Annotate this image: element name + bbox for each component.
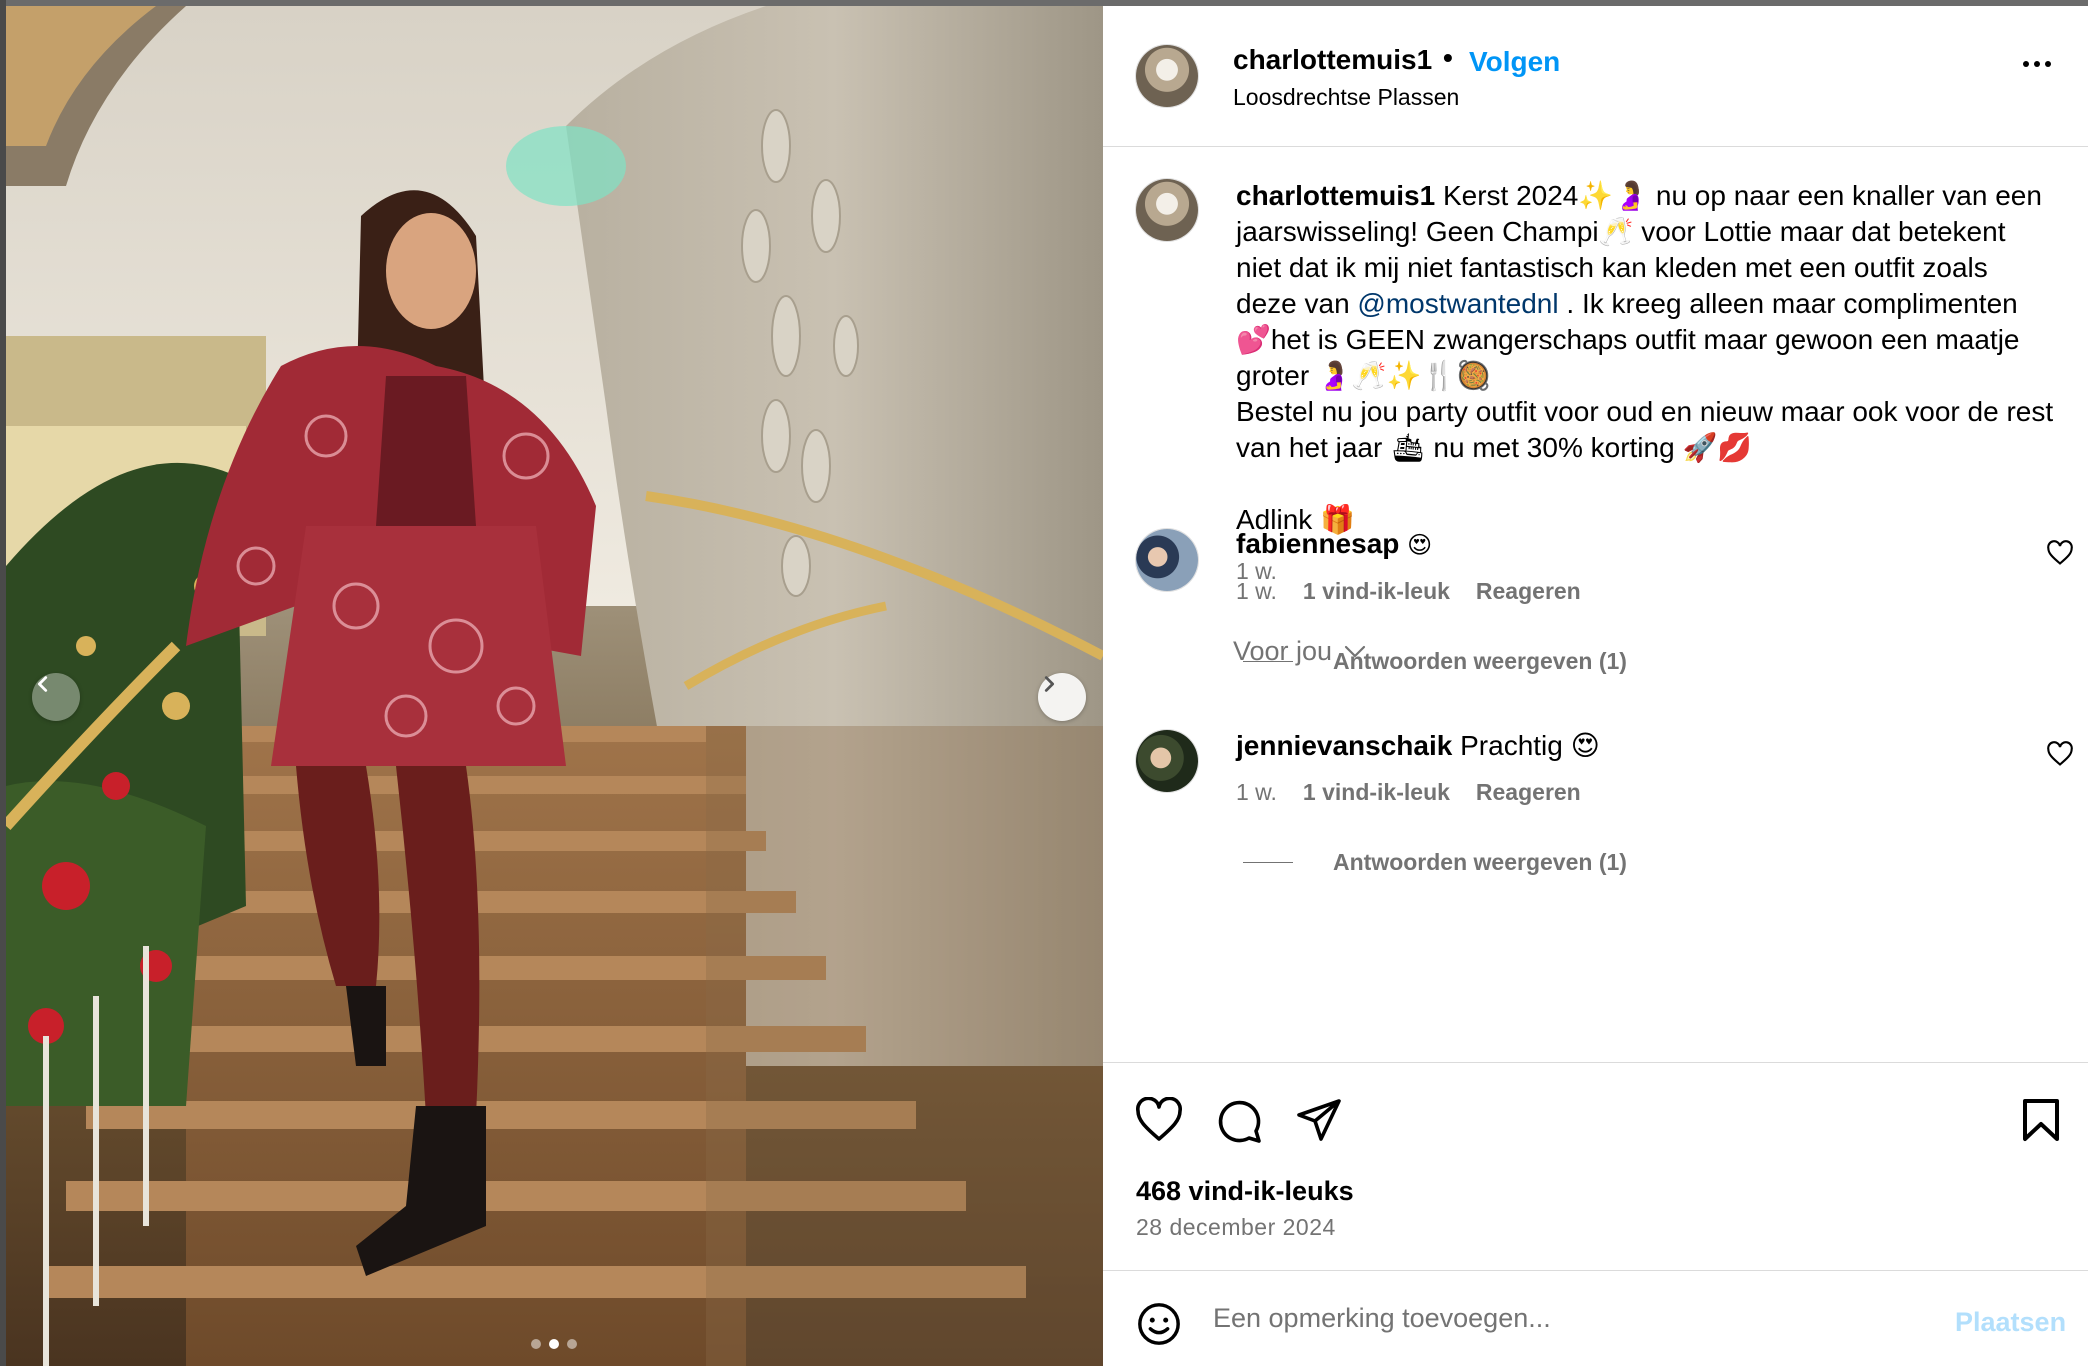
comment-text: Prachtig 😍 [1460, 730, 1600, 761]
comment-avatar[interactable] [1135, 528, 1199, 592]
header-separator: • [1443, 42, 1453, 73]
comment-likes[interactable]: 1 vind-ik-leuk [1303, 578, 1450, 605]
carousel-dot-active [549, 1339, 559, 1349]
post-date[interactable]: 28 december 2024 [1136, 1214, 1336, 1241]
caption-mention-link[interactable]: @mostwantednl [1357, 288, 1558, 319]
post-details-panel: charlottemuis1 • Volgen Loosdrechtse Pla… [1103, 6, 2088, 1366]
smiley-icon[interactable] [1136, 1301, 1182, 1347]
comment-body: jennievanschaik Prachtig 😍 [1236, 729, 1600, 762]
paper-plane-icon[interactable] [1295, 1097, 1343, 1143]
replies-line [1243, 862, 1293, 863]
next-slide-button[interactable] [1038, 673, 1086, 721]
photo-illustration [6, 6, 1103, 1366]
reply-button[interactable]: Reageren [1476, 578, 1581, 605]
comment-body: fabiennesap 😍 [1236, 528, 1432, 560]
view-replies-label: Antwoorden weergeven (1) [1333, 849, 1627, 875]
author-username[interactable]: charlottemuis1 [1233, 44, 1432, 76]
carousel-dot [531, 1339, 541, 1349]
caption-text-promo: Bestel nu jou party outfit voor oud en n… [1236, 396, 2054, 463]
comment-time[interactable]: 1 w. [1236, 779, 1277, 806]
comment-text: 😍 [1407, 531, 1433, 559]
caption-author-avatar[interactable] [1135, 178, 1199, 242]
post-actions: 468 vind-ik-leuks 28 december 2024 [1103, 1062, 2088, 1270]
caption-text-continued: . Ik kreeg alleen maar complimenten 💕het… [1236, 288, 2020, 391]
comment-meta: 1 w. 1 vind-ik-leuk Reageren [1236, 578, 1581, 605]
view-replies-button[interactable]: Antwoorden weergeven (1) [1243, 849, 1627, 876]
comment-bubble-icon[interactable] [1215, 1097, 1263, 1145]
reply-button[interactable]: Reageren [1476, 779, 1581, 806]
comment-username[interactable]: jennievanschaik [1236, 730, 1452, 761]
heart-icon[interactable] [1135, 1097, 1183, 1143]
comments-scroll-area[interactable]: charlottemuis1 Kerst 2024✨🤰 nu op naar e… [1103, 148, 2088, 1062]
chevron-left-icon [37, 676, 48, 692]
post-photo[interactable] [6, 6, 1103, 1366]
post-location[interactable]: Loosdrechtse Plassen [1233, 84, 1459, 111]
follow-button[interactable]: Volgen [1469, 46, 1560, 78]
comment-likes[interactable]: 1 vind-ik-leuk [1303, 779, 1450, 806]
previous-slide-button[interactable] [32, 673, 80, 721]
add-comment-bar: Plaatsen [1103, 1270, 2088, 1366]
comment-heart-icon[interactable] [2046, 741, 2074, 767]
post-comment-button[interactable]: Plaatsen [1955, 1307, 2066, 1338]
comment-input[interactable] [1213, 1293, 1933, 1343]
comment-username[interactable]: fabiennesap [1236, 528, 1399, 559]
comment-avatar[interactable] [1135, 729, 1199, 793]
comment-time[interactable]: 1 w. [1236, 578, 1277, 605]
chevron-right-icon [1044, 676, 1055, 692]
comment-meta: 1 w. 1 vind-ik-leuk Reageren [1236, 779, 1581, 806]
caption-username[interactable]: charlottemuis1 [1236, 180, 1435, 211]
view-replies-button[interactable]: Antwoorden weergeven (1) [1243, 648, 1627, 675]
carousel-indicator [531, 1339, 577, 1349]
carousel-dot [567, 1339, 577, 1349]
replies-line [1243, 661, 1293, 662]
post-header: charlottemuis1 • Volgen Loosdrechtse Pla… [1103, 6, 2088, 147]
like-count[interactable]: 468 vind-ik-leuks [1136, 1176, 1354, 1207]
view-replies-label: Antwoorden weergeven (1) [1333, 648, 1627, 674]
post-caption: charlottemuis1 Kerst 2024✨🤰 nu op naar e… [1236, 178, 2056, 538]
author-avatar[interactable] [1135, 44, 1199, 108]
more-options-icon[interactable] [2023, 61, 2051, 67]
comment-heart-icon[interactable] [2046, 540, 2074, 566]
bookmark-icon[interactable] [2021, 1097, 2061, 1143]
